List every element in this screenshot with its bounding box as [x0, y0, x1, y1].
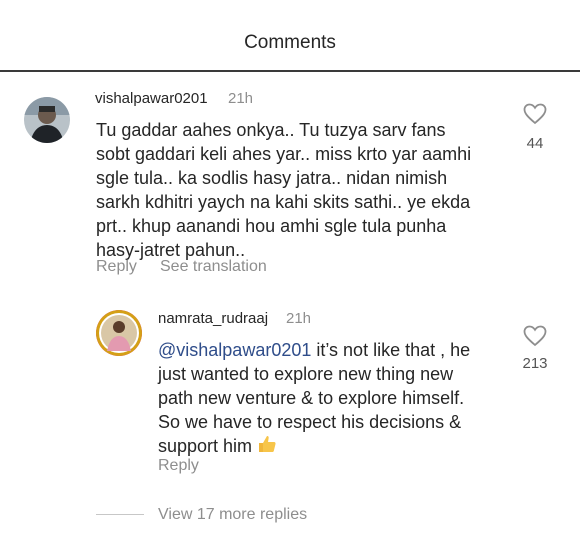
comment-username[interactable]: vishalpawar0201: [95, 90, 208, 107]
reply-like-count: 213: [522, 355, 548, 372]
reply-reply-button[interactable]: Reply: [158, 457, 199, 475]
view-replies-divider: [96, 514, 144, 515]
avatar[interactable]: [24, 97, 70, 143]
comment-timestamp: 21h: [228, 90, 254, 107]
view-more-replies-button[interactable]: View 17 more replies: [158, 506, 307, 524]
comment-text: Tu gaddar aahes onkya.. Tu tuzya sarv fa…: [96, 120, 472, 260]
see-translation-button[interactable]: See translation: [160, 258, 267, 276]
next-comment-partial: [84, 544, 204, 552]
like-count: 44: [526, 135, 544, 152]
reply-username[interactable]: namrata_rudraaj: [158, 310, 268, 327]
reply-avatar[interactable]: [96, 310, 142, 356]
reply-like-heart-icon[interactable]: [523, 325, 547, 352]
reply-text: @vishalpawar0201 it’s not like that , he…: [158, 338, 508, 460]
mention-link[interactable]: @vishalpawar0201: [158, 340, 311, 360]
like-heart-icon[interactable]: [523, 103, 547, 130]
page-title: Comments: [244, 32, 336, 53]
thumbs-up-icon: [257, 434, 277, 460]
reply-timestamp: 21h: [286, 310, 312, 327]
comments-header: Comments: [0, 0, 580, 72]
reply-button[interactable]: Reply: [96, 258, 137, 276]
